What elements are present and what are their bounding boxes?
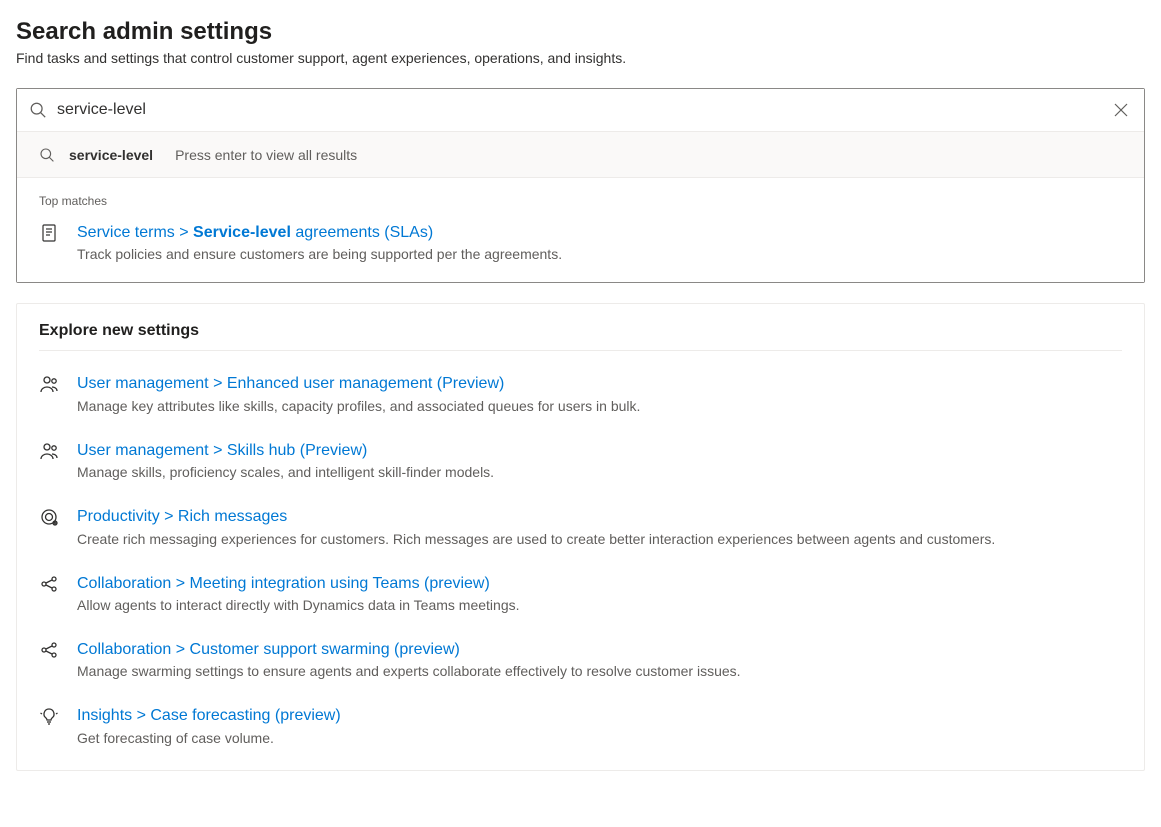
document-icon <box>39 224 59 242</box>
explore-item-desc: Manage skills, proficiency scales, and i… <box>77 464 1122 480</box>
search-input[interactable] <box>57 101 1110 119</box>
top-match-item[interactable]: Service terms > Service-level agreements… <box>39 222 1122 262</box>
people-icon <box>39 375 59 393</box>
explore-item[interactable]: Collaboration > Customer support swarmin… <box>39 639 1122 679</box>
explore-item-desc: Manage swarming settings to ensure agent… <box>77 663 1122 679</box>
top-match-prefix: Service terms > <box>77 224 193 241</box>
explore-list: User management > Enhanced user manageme… <box>39 373 1122 745</box>
explore-item-desc: Manage key attributes like skills, capac… <box>77 398 1122 414</box>
clear-search-button[interactable] <box>1110 99 1132 121</box>
search-echo-hint: Press enter to view all results <box>175 147 357 163</box>
search-echo-row[interactable]: service-level Press enter to view all re… <box>17 131 1144 177</box>
close-icon <box>1114 103 1128 117</box>
explore-item-desc: Get forecasting of case volume. <box>77 730 1122 746</box>
explore-item[interactable]: User management > Skills hub (Preview) Ma… <box>39 440 1122 480</box>
explore-item[interactable]: Collaboration > Meeting integration usin… <box>39 573 1122 613</box>
explore-item-link[interactable]: Collaboration > Meeting integration usin… <box>77 575 490 592</box>
explore-item-link[interactable]: Insights > Case forecasting (preview) <box>77 707 341 724</box>
target-icon <box>39 508 59 526</box>
explore-card: Explore new settings User management > E… <box>16 303 1145 770</box>
explore-item[interactable]: Productivity > Rich messages Create rich … <box>39 506 1122 546</box>
top-match-suffix: agreements (SLAs) <box>291 224 433 241</box>
top-match-link[interactable]: Service terms > Service-level agreements… <box>77 224 433 241</box>
explore-item[interactable]: User management > Enhanced user manageme… <box>39 373 1122 413</box>
top-match-desc: Track policies and ensure customers are … <box>77 246 1122 262</box>
share-icon <box>39 575 59 593</box>
explore-item-desc: Create rich messaging experiences for cu… <box>77 531 1122 547</box>
search-echo-term: service-level <box>69 147 153 163</box>
lightbulb-icon <box>39 707 59 725</box>
share-icon <box>39 641 59 659</box>
top-match-bold: Service-level <box>193 224 291 241</box>
search-icon <box>39 147 55 163</box>
divider <box>39 350 1122 351</box>
top-matches-heading: Top matches <box>39 194 1122 208</box>
explore-item-link[interactable]: User management > Skills hub (Preview) <box>77 442 367 459</box>
top-matches-section: Top matches Service terms > Service-leve… <box>17 177 1144 282</box>
search-icon <box>29 101 47 119</box>
search-row <box>17 89 1144 131</box>
explore-item-link[interactable]: Collaboration > Customer support swarmin… <box>77 641 460 658</box>
page-subtitle: Find tasks and settings that control cus… <box>16 50 1145 66</box>
search-container: service-level Press enter to view all re… <box>16 88 1145 283</box>
people-icon <box>39 442 59 460</box>
explore-item-link[interactable]: User management > Enhanced user manageme… <box>77 375 504 392</box>
explore-item-link[interactable]: Productivity > Rich messages <box>77 508 287 525</box>
page-title: Search admin settings <box>16 18 1145 46</box>
explore-item-desc: Allow agents to interact directly with D… <box>77 597 1122 613</box>
explore-item[interactable]: Insights > Case forecasting (preview) Get… <box>39 705 1122 745</box>
explore-title: Explore new settings <box>39 322 1122 340</box>
